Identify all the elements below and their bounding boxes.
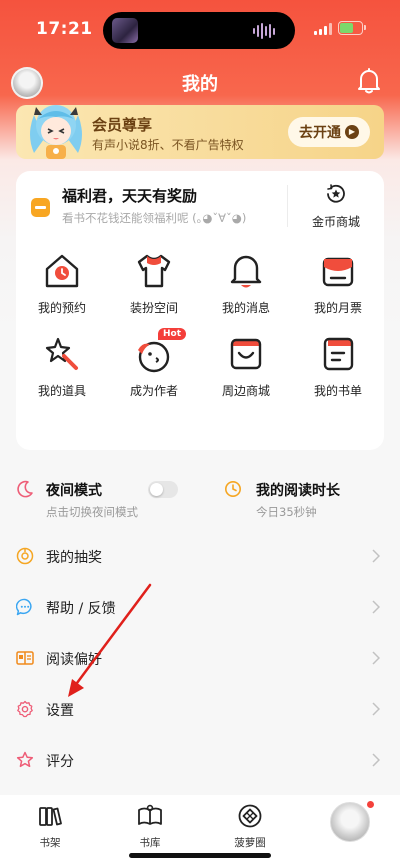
grid-label: 我的月票 [313,301,362,315]
grid-item-booklist[interactable]: 我的书单 [292,334,384,399]
tab-label: 菠萝圈 [234,837,266,849]
play-arrow-icon: ▶ [345,125,359,139]
grid-item-monthly-ticket[interactable]: 我的月票 [292,251,384,316]
magic-wand-icon [45,337,78,370]
menu-item-lottery[interactable]: 我的抽奖 [0,531,400,582]
chevron-right-icon [372,702,380,716]
bookshelf-icon [39,807,62,826]
chat-bubble-icon [16,598,32,616]
signal-icon [314,23,332,35]
tab-library[interactable]: 书库 [120,803,180,850]
grid-item-reservation[interactable]: 我的预约 [16,251,108,316]
tab-label: 书架 [39,837,61,849]
library-icon [138,804,162,825]
dynamic-island [103,12,295,49]
vip-open-label: 去开通 [299,125,341,141]
grid-label: 我的预约 [37,301,86,315]
grid-label: 成为作者 [129,384,178,398]
menu-label: 帮助 / 反馈 [46,601,116,617]
reading-time-title: 我的阅读时长 [256,483,340,499]
status-time: 17:21 [36,19,93,39]
grid-item-merch-store[interactable]: 周边商城 [200,334,292,399]
bird-icon [138,341,170,373]
night-mode-title: 夜间模式 [46,483,102,499]
night-mode-subtitle: 点击切换夜间模式 [46,505,138,519]
battery-icon [338,21,363,35]
grid-item-become-author[interactable]: Hot 成为作者 [108,328,200,399]
vip-subtitle: 有声小说8折、不看广告特权 [92,138,244,152]
open-book-icon [16,651,34,665]
chevron-right-icon [372,600,380,614]
services-card: 福利君，天天有奖励 看书不花钱还能领福利呢 (｡◕ˇ∀ˇ◕) 金币商城 我的预约… [16,171,384,450]
menu-item-help-feedback[interactable]: 帮助 / 反馈 [0,582,400,633]
booklist-icon [323,337,354,371]
tab-label: 书库 [139,837,161,849]
gear-icon [17,700,33,718]
grid-label: 我的道具 [37,384,86,398]
welfare-title[interactable]: 福利君，天天有奖励 [62,185,197,206]
toggle-knob [150,483,163,496]
chevron-right-icon [372,651,380,665]
tab-pineapple-circle[interactable]: 菠萝圈 [220,803,280,850]
grid-item-messages[interactable]: 我的消息 [200,251,292,316]
audio-wave-icon [253,22,275,40]
welfare-icon [31,198,50,217]
grid-item-props[interactable]: 我的道具 [16,334,108,399]
chevron-right-icon [372,753,380,767]
bell-icon [358,68,380,94]
lottery-icon [16,547,34,565]
menu-label: 评分 [46,754,74,770]
menu-list: 我的抽奖 帮助 / 反馈 阅读偏好 设置 评分 [0,531,400,786]
status-bar: 17:21 [0,0,400,58]
coin-star-icon [327,184,345,203]
reading-time-subtitle: 今日35秒钟 [256,505,317,519]
ticket-icon [322,257,354,287]
shopping-bag-icon [230,338,262,370]
author-icon-wrapper: Hot [134,328,187,374]
clock-icon [225,481,241,497]
moon-icon [17,480,33,498]
coin-mall-label: 金币商城 [311,215,360,229]
page-title: 我的 [182,74,218,95]
home-indicator [129,853,271,858]
coin-mall-button[interactable]: 金币商城 [288,181,384,231]
vip-banner[interactable]: 会员尊享 有声小说8折、不看广告特权 去开通 ▶ [16,105,384,159]
menu-label: 阅读偏好 [46,652,102,668]
star-icon [16,751,34,768]
menu-label: 设置 [46,703,74,719]
tshirt-icon [137,254,171,288]
shortcut-grid: 我的预约 装扮空间 我的消息 我的月票 我的道具 Hot 成为作者 周边商城 我… [16,251,384,399]
pineapple-circle-icon [238,804,262,828]
night-mode-toggle[interactable] [148,481,178,498]
menu-label: 我的抽奖 [46,550,102,566]
feature-row: 夜间模式 点击切换夜间模式 我的阅读时长 今日35秒钟 [0,474,400,526]
now-playing-thumbnail [112,18,138,43]
battery-tip [364,25,366,30]
mascot-icon [30,105,82,159]
bell-icon [230,255,262,288]
notification-bell-button[interactable] [357,68,381,94]
menu-item-rating[interactable]: 评分 [0,735,400,786]
menu-item-settings[interactable]: 设置 [0,684,400,735]
calendar-house-icon [45,254,79,288]
notification-dot [366,800,375,809]
grid-item-dress-up[interactable]: 装扮空间 [108,251,200,316]
welfare-subtitle: 看书不花钱还能领福利呢 (｡◕ˇ∀ˇ◕) [62,211,247,225]
chevron-right-icon [372,549,380,563]
vip-open-button[interactable]: 去开通 ▶ [288,117,370,147]
menu-item-reading-preference[interactable]: 阅读偏好 [0,633,400,684]
grid-label: 装扮空间 [129,301,178,315]
tab-bookshelf[interactable]: 书架 [20,803,80,850]
grid-label: 我的书单 [313,384,362,398]
hot-badge: Hot [158,328,187,340]
grid-label: 我的消息 [221,301,270,315]
tab-profile-avatar[interactable] [330,802,370,842]
vip-title: 会员尊享 [92,116,153,134]
grid-label: 周边商城 [221,384,270,398]
